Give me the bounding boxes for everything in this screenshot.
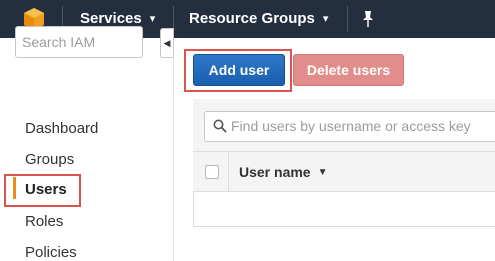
resource-groups-label: Resource Groups [189, 10, 315, 27]
search-iam-input[interactable]: Search IAM [15, 26, 143, 58]
resource-groups-menu[interactable]: Resource Groups ▾ [189, 0, 328, 38]
services-label: Services [80, 10, 142, 27]
sort-caret-down-icon: ▼ [317, 167, 328, 179]
filter-placeholder: Find users by username or access key [231, 118, 471, 134]
chevron-down-icon: ▾ [149, 13, 156, 26]
add-user-button[interactable]: Add user [193, 54, 285, 86]
table-divider [193, 226, 495, 227]
topbar-divider [347, 6, 348, 32]
sidebar-item-policies[interactable]: Policies [25, 244, 77, 261]
filter-users-input[interactable]: Find users by username or access key [204, 111, 495, 142]
search-icon [213, 119, 227, 133]
users-highlight-box [4, 174, 81, 207]
chevron-down-icon: ▾ [322, 13, 329, 26]
column-header-user-name[interactable]: User name ▼ [239, 152, 328, 192]
sidebar-item-groups[interactable]: Groups [25, 151, 74, 168]
caret-left-icon: ◀ [163, 38, 171, 48]
sidebar-item-roles[interactable]: Roles [25, 213, 63, 230]
delete-users-button[interactable]: Delete users [293, 54, 404, 86]
select-all-checkbox[interactable] [205, 165, 219, 179]
sidebar-item-dashboard[interactable]: Dashboard [25, 120, 98, 137]
column-header-label: User name [239, 164, 311, 180]
collapse-sidebar-button[interactable]: ◀ [160, 28, 174, 58]
pin-icon[interactable] [360, 9, 376, 29]
